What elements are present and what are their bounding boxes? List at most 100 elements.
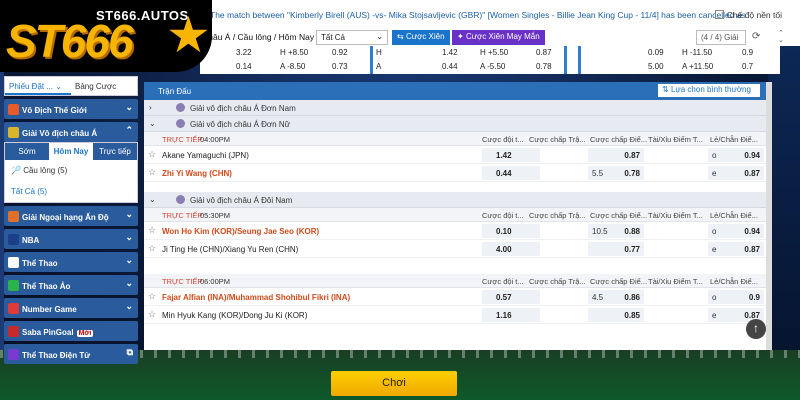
sidebar-item-sports[interactable]: Thể Thao ⌄ bbox=[4, 252, 138, 272]
sidebar-item-virtual-sports[interactable]: Thể Thao Ảo ⌄ bbox=[4, 275, 138, 295]
odds-cell[interactable]: 5.5 0.78 bbox=[588, 166, 644, 180]
odds-cell[interactable]: 0.85 bbox=[588, 308, 644, 322]
card-odd[interactable]: 0.09 bbox=[648, 48, 664, 57]
odds-cell[interactable]: o 0.94 bbox=[708, 224, 764, 238]
odds-cell[interactable]: e 0.87 bbox=[708, 166, 764, 180]
match-header: TRỰC TIẾP 06:00PM Cược đội t... Cược chấ… bbox=[144, 274, 766, 288]
scroll-to-top-button[interactable]: ↑ bbox=[746, 319, 766, 339]
sidebar-item-asia-championship[interactable]: Giải Vô địch châu Á ⌃ bbox=[4, 122, 138, 142]
random-parlay-label: Cược Xiên May Mắn bbox=[465, 32, 540, 41]
star-icon: ★ bbox=[166, 7, 211, 63]
site-logo[interactable]: ST666.AUTOS ST666 ★ bbox=[0, 0, 212, 72]
tab-betlist[interactable]: Bảng Cược bbox=[71, 77, 137, 95]
league-group[interactable]: ⌄ Giải vô địch châu Á Đơn Nữ bbox=[144, 116, 766, 132]
odds-cell[interactable]: e 0.87 bbox=[708, 242, 764, 256]
odd-even-label: o bbox=[712, 293, 717, 302]
sport-label: Tất Cả bbox=[11, 187, 36, 196]
match-time: 05:30PM bbox=[200, 211, 231, 220]
sidebar-item-label: Giải Ngoại hạng Ấn Độ bbox=[22, 213, 109, 222]
parlay-label: Cược Xiên bbox=[405, 32, 445, 41]
chevron-down-icon: ⌄ bbox=[125, 209, 133, 219]
league-group[interactable]: › Giải vô địch châu Á Đơn Nam bbox=[144, 100, 766, 116]
odds-cell[interactable]: 0.44 bbox=[482, 166, 540, 180]
checkbox-icon[interactable] bbox=[714, 10, 724, 19]
sport-count: (5) bbox=[57, 166, 68, 175]
play-button[interactable]: Chơi bbox=[331, 371, 457, 396]
card-odd[interactable]: 0.14 bbox=[236, 62, 252, 71]
card-odd[interactable]: 0.78 bbox=[536, 62, 552, 71]
refresh-icon[interactable]: ⟳ bbox=[752, 31, 760, 42]
card-odd[interactable]: 3.22 bbox=[236, 48, 252, 57]
chevron-down-icon: ⌄ bbox=[125, 278, 133, 288]
sidebar-item-number-game[interactable]: Number Game ⌄ bbox=[4, 298, 138, 318]
new-badge: Mới bbox=[76, 330, 94, 337]
dark-mode-toggle[interactable]: Chế độ nền tối bbox=[714, 10, 782, 20]
tab-betslip[interactable]: Phiếu Đặt ... ⌄ bbox=[5, 77, 71, 95]
tab-early[interactable]: Sớm bbox=[5, 143, 49, 160]
parlay-card[interactable]: H A 1.42 H +5.50 0.87 0.44 A -5.50 0.78 bbox=[376, 46, 567, 74]
star-outline-icon[interactable]: ☆ bbox=[148, 149, 156, 160]
random-parlay-button[interactable]: ✦ Cược Xiên May Mắn bbox=[452, 30, 545, 45]
time-tabs: Sớm Hôm Nay Trực tiếp bbox=[5, 143, 137, 160]
odds-value: 0.78 bbox=[624, 169, 640, 178]
view-mode-select[interactable]: ⇅ Lựa chọn bình thường ⌄ bbox=[658, 84, 760, 103]
live-label: TRỰC TIẾP bbox=[162, 277, 203, 286]
odds-value: 0.87 bbox=[744, 245, 760, 254]
card-odd[interactable]: 0.92 bbox=[332, 48, 348, 57]
card-odd[interactable]: 1.42 bbox=[442, 48, 458, 57]
table-scrollbar[interactable] bbox=[766, 82, 772, 350]
parlay-card[interactable]: 0.09 H -11.50 0.9 5.00 A +11.50 0.7 bbox=[578, 46, 780, 74]
card-odd[interactable]: 0.9 bbox=[742, 48, 753, 57]
tab-live[interactable]: Trực tiếp bbox=[93, 143, 137, 160]
col-point-handicap: Cược chấp Điể... bbox=[590, 211, 648, 220]
parlay-icon: ⇆ bbox=[397, 32, 406, 41]
match-time: 04:00PM bbox=[200, 135, 231, 144]
card-divider bbox=[564, 46, 567, 74]
odds-cell[interactable]: 0.57 bbox=[482, 290, 540, 304]
collapse-icon[interactable]: ⌃ ⌄ bbox=[778, 30, 784, 44]
sport-label: Cầu lông bbox=[23, 166, 56, 175]
odds-cell[interactable]: 10.5 0.88 bbox=[588, 224, 644, 238]
live-label: TRỰC TIẾP bbox=[162, 135, 203, 144]
sidebar-item-saba-pingoal[interactable]: Saba PinGoal Mới bbox=[4, 321, 138, 341]
odds-cell[interactable]: 4.5 0.86 bbox=[588, 290, 644, 304]
sidebar-item-india-league[interactable]: Giải Ngoại hạng Ấn Độ ⌄ bbox=[4, 206, 138, 226]
sidebar-item-esports[interactable]: Thể Thao Điện Tử ⧉ bbox=[4, 344, 138, 364]
league-pager[interactable]: (4 / 4) Giải bbox=[696, 30, 746, 45]
sport-badminton[interactable]: 🏸 Cầu lông (5) bbox=[5, 160, 137, 181]
col-odd-even: Lẻ/Chẵn Điể... bbox=[710, 135, 758, 144]
odds-cell[interactable]: 0.77 bbox=[588, 242, 644, 256]
odds-cell[interactable]: o 0.94 bbox=[708, 148, 764, 162]
star-outline-icon[interactable]: ☆ bbox=[148, 243, 156, 254]
sidebar-item-label: Thể Thao Điện Tử bbox=[22, 351, 91, 360]
sidebar-item-world-cup[interactable]: Vô Địch Thế Giới ⌄ bbox=[4, 99, 138, 119]
soccer-ball-icon bbox=[8, 257, 19, 268]
star-outline-icon[interactable]: ☆ bbox=[148, 309, 156, 320]
odds-cell[interactable]: 0.10 bbox=[482, 224, 540, 238]
card-odd[interactable]: 0.44 bbox=[442, 62, 458, 71]
odds-value: 4.00 bbox=[496, 245, 512, 254]
card-odd[interactable]: 0.7 bbox=[742, 62, 753, 71]
card-odd[interactable]: 0.73 bbox=[332, 62, 348, 71]
odds-cell[interactable]: o 0.9 bbox=[708, 290, 764, 304]
number-ball-icon bbox=[8, 303, 19, 314]
logo-wordmark: ST666 bbox=[6, 15, 134, 67]
odds-cell[interactable]: 4.00 bbox=[482, 242, 540, 256]
card-odd[interactable]: 5.00 bbox=[648, 62, 664, 71]
odds-cell[interactable]: 0.87 bbox=[588, 148, 644, 162]
sidebar-item-nba[interactable]: NBA ⌄ bbox=[4, 229, 138, 249]
parlay-button[interactable]: ⇆ Cược Xiên bbox=[392, 30, 450, 45]
match-header: TRỰC TIẾP 04:00PM Cược đội t... Cược chấ… bbox=[144, 132, 766, 146]
league-group[interactable]: ⌄ Giải vô địch châu Á Đôi Nam bbox=[144, 192, 766, 208]
tab-today[interactable]: Hôm Nay bbox=[49, 143, 93, 160]
star-outline-icon[interactable]: ☆ bbox=[148, 167, 156, 178]
market-select[interactable]: Tất Cả ⌄ bbox=[316, 30, 388, 45]
sport-all[interactable]: Tất Cả (5) bbox=[5, 181, 137, 202]
odds-cell[interactable]: 1.42 bbox=[482, 148, 540, 162]
parlay-card[interactable]: 3.22 H +8.50 0.92 0.14 A -8.50 0.73 bbox=[200, 46, 373, 74]
dark-mode-label: Chế độ nền tối bbox=[726, 10, 782, 20]
odds-cell[interactable]: 1.16 bbox=[482, 308, 540, 322]
star-outline-icon[interactable]: ☆ bbox=[148, 225, 156, 236]
star-outline-icon[interactable]: ☆ bbox=[148, 291, 156, 302]
card-odd[interactable]: 0.87 bbox=[536, 48, 552, 57]
